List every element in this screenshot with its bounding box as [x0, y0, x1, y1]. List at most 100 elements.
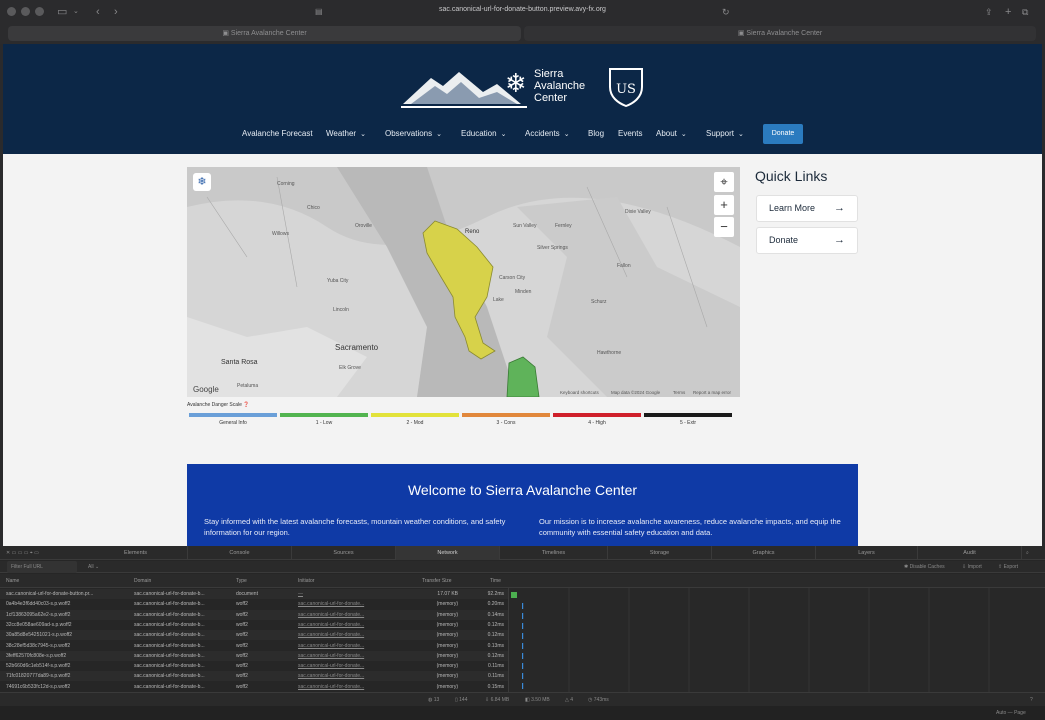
tab-elements[interactable]: Elements — [84, 546, 188, 560]
report-map-error-link[interactable]: Report a map error — [693, 390, 731, 395]
quick-links-title: Quick Links — [755, 168, 828, 184]
filter-input[interactable]: Filter Full URL — [7, 561, 77, 573]
search-icon[interactable]: ⌕ — [1026, 546, 1029, 560]
forward-icon[interactable]: › — [114, 5, 118, 19]
resource-size: ◧ 3.50 MB — [525, 693, 550, 707]
new-tab-icon[interactable]: + — [1005, 5, 1011, 19]
import-label: Import — [967, 564, 982, 570]
map-label: Corning — [277, 181, 295, 187]
avalanche-map[interactable]: Corning Chico Willows Oroville Yuba City… — [187, 167, 740, 397]
cell-initiator[interactable]: sac.canonical-url-for-donate... — [298, 610, 388, 620]
network-row[interactable]: 32cc8e058ae609ad-s.p.woff2 sac.canonical-… — [0, 619, 508, 630]
cell-initiator[interactable]: sac.canonical-url-for-donate... — [298, 620, 388, 630]
tab-layers[interactable]: Layers — [816, 546, 918, 560]
network-row[interactable]: 30a85d8e54251021-s.p.woff2 sac.canonical-… — [0, 630, 508, 641]
keyboard-shortcuts-link[interactable]: Keyboard shortcuts — [560, 390, 599, 395]
export-button[interactable]: ⇧ Export — [998, 561, 1018, 573]
learn-more-button[interactable]: Learn More → — [756, 195, 858, 222]
cell-name: 32cc8e058ae609ad-s.p.woff2 — [6, 621, 72, 628]
network-row[interactable]: 71fc01820777da89-s.p.woff2 sac.canonical-… — [0, 671, 508, 682]
sidebar-icon[interactable]: ▭ — [57, 5, 67, 19]
tab-label: Elements — [124, 550, 147, 556]
network-row[interactable]: sac.canonical-url-for-donate-button.pr..… — [0, 589, 508, 599]
quick-donate-button[interactable]: Donate → — [756, 227, 858, 254]
forest-service-shield-icon: US — [609, 68, 643, 107]
nav-blog[interactable]: Blog — [588, 124, 604, 144]
help-icon[interactable]: ❓ — [243, 402, 249, 408]
reload-icon[interactable]: ↻ — [722, 5, 730, 19]
network-row[interactable]: 52b660d6c1eb514f-s.p.woff2 sac.canonical-… — [0, 661, 508, 672]
tab-graphics[interactable]: Graphics — [712, 546, 816, 560]
col-type[interactable]: Type — [236, 574, 247, 588]
crosshair-icon: ⌖ — [720, 174, 728, 189]
load-time: ◷ 743ms — [588, 693, 609, 707]
zoom-in-button[interactable]: + — [714, 195, 734, 215]
import-button[interactable]: ⇩ Import — [962, 561, 982, 573]
danger-level-bar — [644, 413, 732, 417]
type-filter-select[interactable]: All ⌄ — [88, 561, 99, 573]
tab-storage[interactable]: Storage — [608, 546, 712, 560]
nav-education[interactable]: Education ⌄ — [461, 124, 506, 145]
tab-label: Audit — [963, 550, 976, 556]
dock-icon[interactable]: ✕ ▭ ▭ ▭ ⌖ ▭ — [6, 546, 39, 560]
cell-type: woff2 — [236, 642, 248, 649]
tab-overview-icon[interactable]: ⧉ — [1022, 5, 1028, 19]
cell-initiator[interactable]: sac.canonical-url-for-donate... — [298, 661, 388, 671]
nav-about[interactable]: About ⌄ — [656, 124, 687, 145]
danger-scale-label: Avalanche Danger Scale — [187, 402, 242, 408]
nav-weather[interactable]: Weather ⌄ — [326, 124, 366, 145]
url-field[interactable]: sac.canonical-url-for-donate-button.prev… — [380, 6, 665, 13]
col-transfer-size[interactable]: Transfer Size — [422, 574, 452, 588]
network-row[interactable]: 3feff62570fc808e-s.p.woff2 sac.canonical-… — [0, 650, 508, 661]
avalanche-center-badge-icon[interactable]: ❄ — [193, 173, 211, 191]
disable-caches-toggle[interactable]: ✱ Disable Caches — [904, 561, 945, 573]
donate-button[interactable]: Donate — [763, 124, 803, 144]
col-initiator[interactable]: Initiator — [298, 574, 314, 588]
tab-label: Sources — [333, 550, 354, 556]
cell-initiator[interactable]: sac.canonical-url-for-donate... — [298, 682, 388, 692]
tab-network[interactable]: Network — [396, 546, 500, 560]
back-icon[interactable]: ‹ — [96, 5, 100, 19]
cell-initiator[interactable]: sac.canonical-url-for-donate... — [298, 630, 388, 640]
tab-console[interactable]: Console — [188, 546, 292, 560]
tab-2[interactable]: ▣ Sierra Avalanche Center — [524, 26, 1036, 41]
site-logo-text[interactable]: Sierra Avalanche Center — [534, 68, 585, 104]
nav-support[interactable]: Support ⌄ — [706, 124, 744, 145]
close-window-button[interactable] — [7, 7, 16, 16]
network-row[interactable]: 1cf13863095a62e2-s.p.woff2 sac.canonical-… — [0, 609, 508, 620]
network-row[interactable]: 0a4b4e3f6dd40c03-s.p.woff2 sac.canonical-… — [0, 599, 508, 610]
cell-initiator[interactable]: sac.canonical-url-for-donate... — [298, 671, 388, 681]
nav-observations[interactable]: Observations ⌄ — [385, 124, 442, 145]
cell-initiator[interactable]: sac.canonical-url-for-donate... — [298, 641, 388, 651]
share-icon[interactable]: ⇪ — [985, 5, 993, 19]
nav-avalanche-forecast[interactable]: Avalanche Forecast — [242, 124, 313, 144]
tab-sources[interactable]: Sources — [292, 546, 396, 560]
cell-initiator[interactable]: sac.canonical-url-for-donate... — [298, 651, 388, 661]
page-selector[interactable]: Auto — Page — [996, 706, 1026, 720]
col-name[interactable]: Name — [6, 574, 19, 588]
locate-me-button[interactable]: ⌖ — [714, 172, 734, 192]
tab-1[interactable]: ▣ Sierra Avalanche Center — [8, 26, 521, 41]
mountain-logo-icon[interactable]: ❄ — [401, 68, 527, 108]
col-domain[interactable]: Domain — [134, 574, 151, 588]
cell-name: 0a4b4e3f6dd40c03-s.p.woff2 — [6, 601, 71, 608]
map-terrain[interactable] — [187, 167, 740, 397]
nav-accidents[interactable]: Accidents ⌄ — [525, 124, 570, 145]
danger-level-label: 1 - Low — [315, 420, 333, 426]
tab-timelines[interactable]: Timelines — [500, 546, 608, 560]
site-header: ❄ Sierra Avalanche Center US Avalanche F… — [3, 44, 1042, 154]
help-icon[interactable]: ? — [1030, 693, 1033, 707]
col-time[interactable]: Time — [490, 574, 501, 588]
cell-initiator[interactable]: — — [298, 589, 388, 599]
chevron-down-icon[interactable]: ⌄ — [73, 5, 79, 19]
page-settings-icon[interactable]: ▤ — [315, 5, 323, 19]
nav-events[interactable]: Events — [618, 124, 642, 144]
network-row[interactable]: 74691c6b533fc12d-s.p.woff2 sac.canonical-… — [0, 681, 508, 692]
terms-link[interactable]: Terms — [673, 390, 685, 395]
cell-initiator[interactable]: sac.canonical-url-for-donate... — [298, 599, 388, 609]
zoom-out-button[interactable]: − — [714, 217, 734, 237]
zoom-window-button[interactable] — [35, 7, 44, 16]
tab-audit[interactable]: Audit — [918, 546, 1022, 560]
network-row[interactable]: 38c28ef5d38c7945-s.p.woff2 sac.canonical-… — [0, 640, 508, 651]
minimize-window-button[interactable] — [21, 7, 30, 16]
